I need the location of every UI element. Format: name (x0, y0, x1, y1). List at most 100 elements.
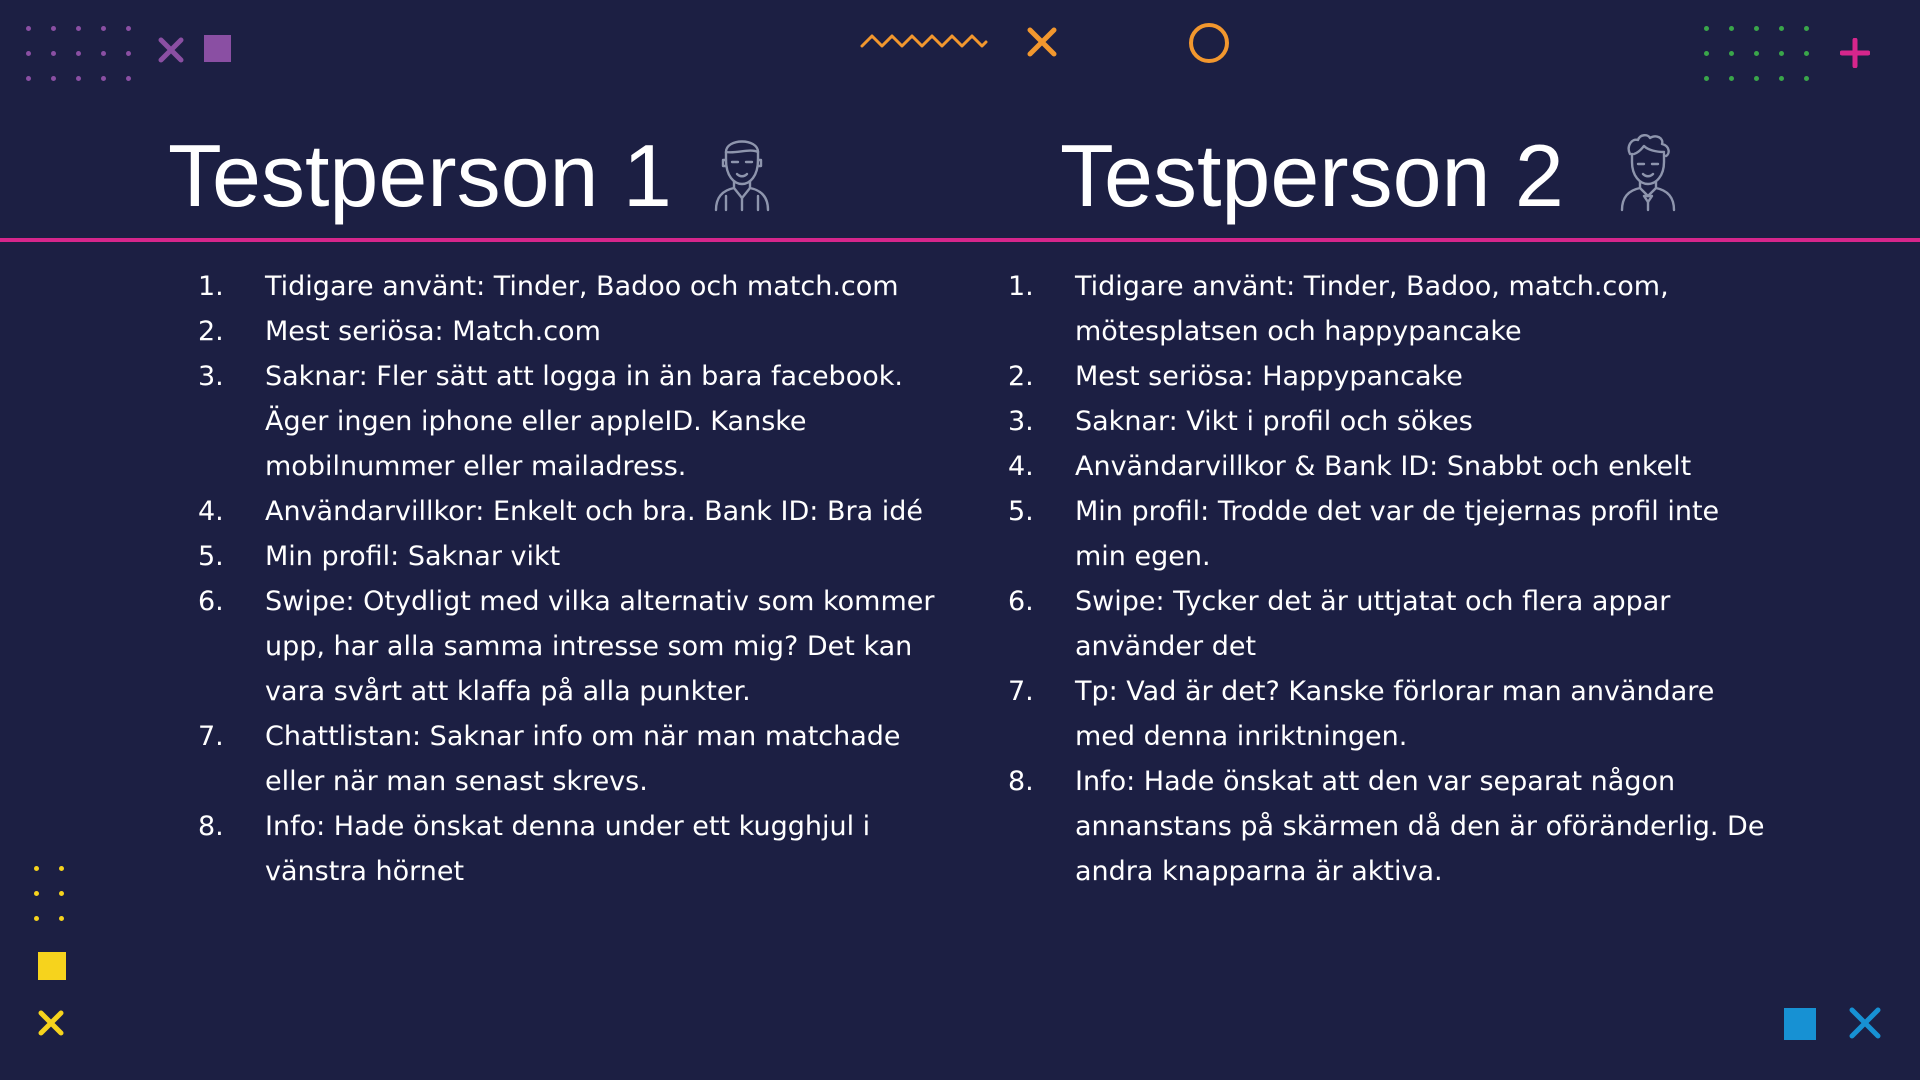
decorative-dot (126, 51, 131, 56)
list-item: 7. Chattlistan: Saknar info om när man ma… (198, 714, 958, 804)
list-item-number: 1. (1008, 271, 1034, 302)
decorative-dot (1804, 76, 1809, 81)
list-item-number: 3. (198, 361, 224, 392)
green-dot-grid-decoration (1704, 26, 1814, 82)
blue-square-decoration (1784, 1008, 1816, 1040)
decorative-dot (126, 76, 131, 81)
decorative-dot (59, 916, 64, 921)
list-item-text: Min profil: Trodde det var de tjejernas … (1075, 496, 1720, 572)
decorative-dot (126, 26, 131, 31)
list-item-number: 6. (198, 586, 224, 617)
decorative-dot (34, 916, 39, 921)
list-item: 8. Info: Hade önskat denna under ett kugg… (198, 804, 958, 894)
decorative-dot (101, 76, 106, 81)
decorative-dot (1729, 26, 1734, 31)
decorative-dot (1704, 26, 1709, 31)
list-item-text: Swipe: Tycker det är uttjatat och flera … (1075, 586, 1671, 662)
list-item: 2. Mest seriösa: Happypancake (1008, 354, 1768, 399)
list-item: 6. Swipe: Otydligt med vilka alternativ s… (198, 579, 958, 714)
list-item-text: Info: Hade önskat denna under ett kugghj… (265, 811, 871, 887)
yellow-dot-grid-decoration (34, 866, 74, 926)
list-item-number: 7. (198, 721, 224, 752)
orange-circle-decoration (1189, 23, 1229, 63)
list-item-text: Mest seriösa: Happypancake (1075, 361, 1463, 392)
list-item-number: 4. (198, 496, 224, 527)
decorative-dot (1729, 76, 1734, 81)
list-item-text: Tidigare använt: Tinder, Badoo och match… (265, 271, 899, 302)
orange-zigzag-decoration (860, 34, 988, 48)
list-item-number: 8. (1008, 766, 1034, 797)
decorative-dot (26, 76, 31, 81)
decorative-dot (1729, 51, 1734, 56)
purple-dot-grid-decoration (26, 26, 136, 82)
list-item: 8. Info: Hade önskat att den var separat … (1008, 759, 1768, 894)
testperson-1-findings-list: 1. Tidigare använt: Tinder, Badoo och mat… (198, 264, 958, 894)
list-item-number: 5. (198, 541, 224, 572)
testperson-2-title: Testperson 2 (1060, 126, 1564, 225)
decorative-dot (1754, 51, 1759, 56)
decorative-dot (101, 51, 106, 56)
decorative-dot (51, 51, 56, 56)
list-item-text: Tp: Vad är det? Kanske förlorar man anvä… (1075, 676, 1715, 752)
list-item-text: Användarvillkor & Bank ID: Snabbt och en… (1075, 451, 1692, 482)
decorative-dot (76, 76, 81, 81)
curly-hair-man-avatar-icon (1620, 134, 1676, 212)
list-item: 6. Swipe: Tycker det är uttjatat och fler… (1008, 579, 1768, 669)
decorative-dot (1779, 51, 1784, 56)
orange-x-icon (1027, 27, 1057, 57)
decorative-dot (1704, 76, 1709, 81)
decorative-dot (76, 51, 81, 56)
yellow-x-icon (38, 1010, 64, 1036)
slide: Testperson 1 Testperson 2 1. Tidigare an… (0, 0, 1920, 1080)
list-item-text: Chattlistan: Saknar info om när man matc… (265, 721, 901, 797)
list-item-number: 4. (1008, 451, 1034, 482)
list-item-text: Mest seriösa: Match.com (265, 316, 601, 347)
list-item-text: Saknar: Vikt i profil och sökes (1075, 406, 1473, 437)
decorative-dot (76, 26, 81, 31)
decorative-dot (1779, 76, 1784, 81)
list-item: 1. Tidigare använt: Tinder, Badoo och mat… (198, 264, 958, 309)
list-item-text: Min profil: Saknar vikt (265, 541, 561, 572)
list-item-number: 2. (1008, 361, 1034, 392)
testperson-1-title: Testperson 1 (168, 126, 672, 225)
yellow-square-decoration (38, 952, 66, 980)
decorative-dot (59, 891, 64, 896)
decorative-dot (101, 26, 106, 31)
decorative-dot (34, 866, 39, 871)
list-item-number: 6. (1008, 586, 1034, 617)
list-item-text: Tidigare använt: Tinder, Badoo, match.co… (1075, 271, 1669, 347)
blue-x-icon (1849, 1007, 1881, 1039)
decorative-dot (1704, 51, 1709, 56)
pink-plus-icon (1840, 38, 1870, 68)
list-item: 5. Min profil: Saknar vikt (198, 534, 958, 579)
decorative-dot (1804, 51, 1809, 56)
list-item-text: Saknar: Fler sätt att logga in än bara f… (265, 361, 903, 482)
decorative-dot (1779, 26, 1784, 31)
man-avatar-icon (714, 140, 770, 212)
purple-square-decoration (204, 35, 231, 62)
list-item: 4. Användarvillkor & Bank ID: Snabbt och … (1008, 444, 1768, 489)
decorative-dot (1754, 26, 1759, 31)
list-item: 3. Saknar: Vikt i profil och sökes (1008, 399, 1768, 444)
decorative-dot (34, 891, 39, 896)
list-item-number: 2. (198, 316, 224, 347)
list-item-number: 3. (1008, 406, 1034, 437)
testperson-2-findings-list: 1. Tidigare använt: Tinder, Badoo, match.… (1008, 264, 1768, 894)
list-item-text: Info: Hade önskat att den var separat nå… (1075, 766, 1765, 887)
list-item-text: Swipe: Otydligt med vilka alternativ som… (265, 586, 935, 707)
list-item-number: 7. (1008, 676, 1034, 707)
decorative-dot (26, 51, 31, 56)
list-item-number: 5. (1008, 496, 1034, 527)
pink-divider-line (0, 238, 1920, 242)
decorative-dot (51, 26, 56, 31)
list-item: 1. Tidigare använt: Tinder, Badoo, match.… (1008, 264, 1768, 354)
list-item: 3. Saknar: Fler sätt att logga in än bara… (198, 354, 958, 489)
decorative-dot (51, 76, 56, 81)
decorative-dot (59, 866, 64, 871)
list-item-number: 1. (198, 271, 224, 302)
list-item-number: 8. (198, 811, 224, 842)
list-item: 2. Mest seriösa: Match.com (198, 309, 958, 354)
list-item: 7. Tp: Vad är det? Kanske förlorar man an… (1008, 669, 1768, 759)
decorative-dot (1754, 76, 1759, 81)
list-item: 4. Användarvillkor: Enkelt och bra. Bank … (198, 489, 958, 534)
